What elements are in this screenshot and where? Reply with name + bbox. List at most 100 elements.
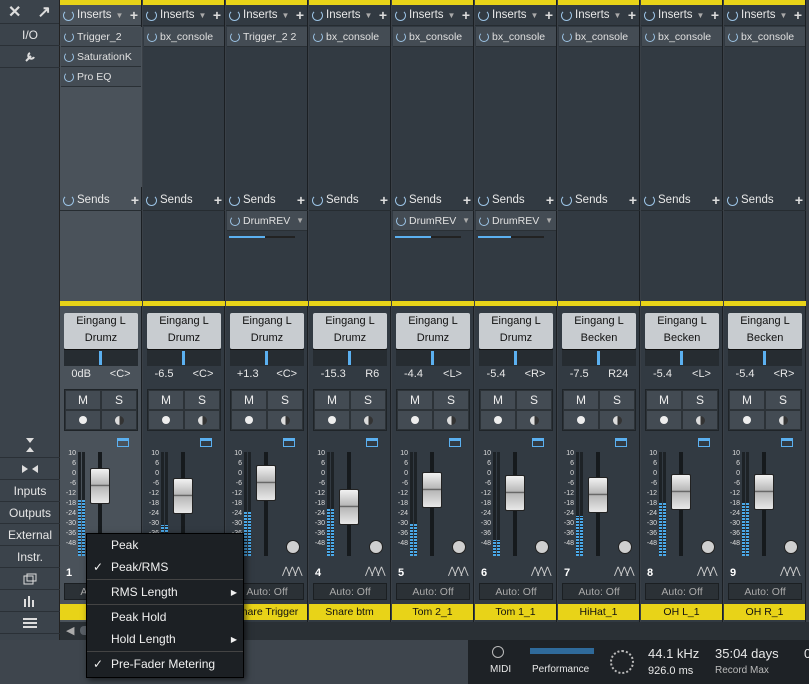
volume-fader[interactable]	[173, 478, 193, 514]
dropdown-icon[interactable]: ▼	[697, 11, 705, 20]
mute-button[interactable]: M	[646, 390, 682, 410]
channel-strip[interactable]: Inserts ▼ + bx_console Sends + DrumREV ▼ Ein…	[475, 0, 557, 622]
pan-value[interactable]: <C>	[110, 368, 131, 380]
automation-mode[interactable]: Auto: Off	[728, 583, 802, 600]
sends-header[interactable]: Sends +	[309, 190, 391, 211]
pan-knob[interactable]	[286, 540, 300, 554]
pan-display[interactable]	[728, 349, 802, 366]
outputs-button[interactable]: Outputs	[0, 502, 60, 524]
add-send-icon[interactable]: +	[380, 192, 388, 208]
sends-header[interactable]: Sends +	[392, 190, 474, 211]
add-insert-icon[interactable]: +	[379, 7, 387, 23]
power-icon[interactable]	[230, 215, 240, 226]
windows-icon[interactable]	[0, 568, 60, 590]
sends-area[interactable]	[309, 211, 391, 299]
mute-button[interactable]: M	[729, 390, 765, 410]
power-icon[interactable]	[561, 9, 572, 21]
inserts-header[interactable]: Inserts ▼ +	[143, 5, 224, 26]
collapse-horizontal-icon[interactable]	[0, 458, 60, 480]
scroll-left-icon[interactable]: ◀	[66, 624, 74, 637]
power-icon[interactable]	[146, 194, 157, 206]
mute-button[interactable]: M	[397, 390, 433, 410]
pan-knob[interactable]	[618, 540, 632, 554]
send-level-slider[interactable]	[478, 233, 554, 241]
channel-strip[interactable]: Inserts ▼ + bx_console Sends + DrumREV ▼ Ein…	[392, 0, 474, 622]
io-routing[interactable]: Eingang L Drumz	[64, 313, 138, 349]
inserts-area[interactable]: bx_console	[143, 27, 225, 187]
pan-display[interactable]	[64, 349, 138, 366]
pan-value[interactable]: <R>	[525, 368, 546, 380]
dropdown-icon[interactable]: ▼	[448, 11, 456, 20]
sends-area[interactable]: DrumREV ▼	[226, 211, 308, 299]
solo-button[interactable]: S	[516, 390, 552, 410]
add-send-icon[interactable]: +	[131, 192, 139, 208]
io-routing[interactable]: Eingang L Drumz	[479, 313, 553, 349]
monitor-button[interactable]	[350, 410, 386, 430]
io-routing[interactable]: Eingang L Drumz	[230, 313, 304, 349]
volume-value[interactable]: -5.4	[653, 368, 672, 380]
inserts-area[interactable]: Trigger_2 SaturationK Pro EQ	[60, 27, 142, 187]
power-icon[interactable]	[64, 71, 74, 82]
track-name[interactable]: Tom 2_1	[392, 604, 473, 620]
volume-value[interactable]: -5.4	[736, 368, 755, 380]
inserts-header[interactable]: Inserts ▼ +	[309, 5, 390, 26]
inserts-header[interactable]: Inserts ▼ +	[60, 5, 141, 26]
inserts-header[interactable]: Inserts ▼ +	[724, 5, 805, 26]
record-arm-button[interactable]	[231, 410, 267, 430]
pan-value[interactable]: <C>	[276, 368, 297, 380]
record-arm-button[interactable]	[148, 410, 184, 430]
add-insert-icon[interactable]: +	[794, 7, 802, 23]
pan-display[interactable]	[479, 349, 553, 366]
io-button[interactable]: I/O	[0, 24, 60, 46]
sends-area[interactable]: DrumREV ▼	[475, 211, 557, 299]
send-slot[interactable]: DrumREV ▼	[393, 211, 473, 231]
volume-value[interactable]: +1.3	[237, 368, 259, 380]
pan-value[interactable]: <L>	[692, 368, 711, 380]
power-icon[interactable]	[644, 9, 655, 21]
add-send-icon[interactable]: +	[629, 192, 637, 208]
volume-value[interactable]: 0dB	[71, 368, 91, 380]
mute-button[interactable]: M	[231, 390, 267, 410]
automation-mode[interactable]: Auto: Off	[562, 583, 636, 600]
monitor-button[interactable]	[682, 410, 718, 430]
volume-fader[interactable]	[505, 474, 525, 511]
sends-area[interactable]	[60, 211, 142, 299]
volume-fader[interactable]	[422, 472, 442, 509]
add-send-icon[interactable]: +	[463, 192, 471, 208]
monitor-button[interactable]	[101, 410, 137, 430]
mute-button[interactable]: M	[480, 390, 516, 410]
power-icon[interactable]	[396, 31, 406, 42]
meter-mode-icon[interactable]	[615, 438, 627, 447]
sends-area[interactable]	[143, 211, 225, 299]
record-arm-button[interactable]	[65, 410, 101, 430]
dropdown-icon[interactable]: ▼	[365, 11, 373, 20]
menu-item[interactable]: ✓ Peak/RMS	[87, 556, 243, 578]
power-icon[interactable]	[146, 9, 157, 21]
volume-value[interactable]: -5.4	[487, 368, 506, 380]
pan-display[interactable]	[645, 349, 719, 366]
mixer-icon[interactable]	[0, 590, 60, 612]
mute-button[interactable]: M	[563, 390, 599, 410]
channel-strip[interactable]: Inserts ▼ + bx_console Sends + Eingang L Bec…	[641, 0, 723, 622]
inserts-area[interactable]: bx_console	[392, 27, 474, 187]
pan-value[interactable]: <C>	[193, 368, 214, 380]
menu-item[interactable]: RMS Length ▶	[87, 581, 243, 603]
power-icon[interactable]	[479, 215, 489, 226]
inserts-header[interactable]: Inserts ▼ +	[392, 5, 473, 26]
mute-button[interactable]: M	[65, 390, 101, 410]
pan-display[interactable]	[313, 349, 387, 366]
monitor-button[interactable]	[267, 410, 303, 430]
power-icon[interactable]	[229, 9, 240, 21]
add-insert-icon[interactable]: +	[130, 7, 138, 23]
volume-fader[interactable]	[588, 476, 608, 513]
external-button[interactable]: External	[0, 524, 60, 546]
add-send-icon[interactable]: +	[795, 192, 803, 208]
mute-button[interactable]: M	[148, 390, 184, 410]
mute-button[interactable]: M	[314, 390, 350, 410]
solo-button[interactable]: S	[267, 390, 303, 410]
power-icon[interactable]	[395, 9, 406, 21]
send-level-slider[interactable]	[229, 233, 305, 241]
volume-value[interactable]: -4.4	[404, 368, 423, 380]
menu-icon[interactable]	[0, 612, 60, 634]
record-arm-button[interactable]	[480, 410, 516, 430]
